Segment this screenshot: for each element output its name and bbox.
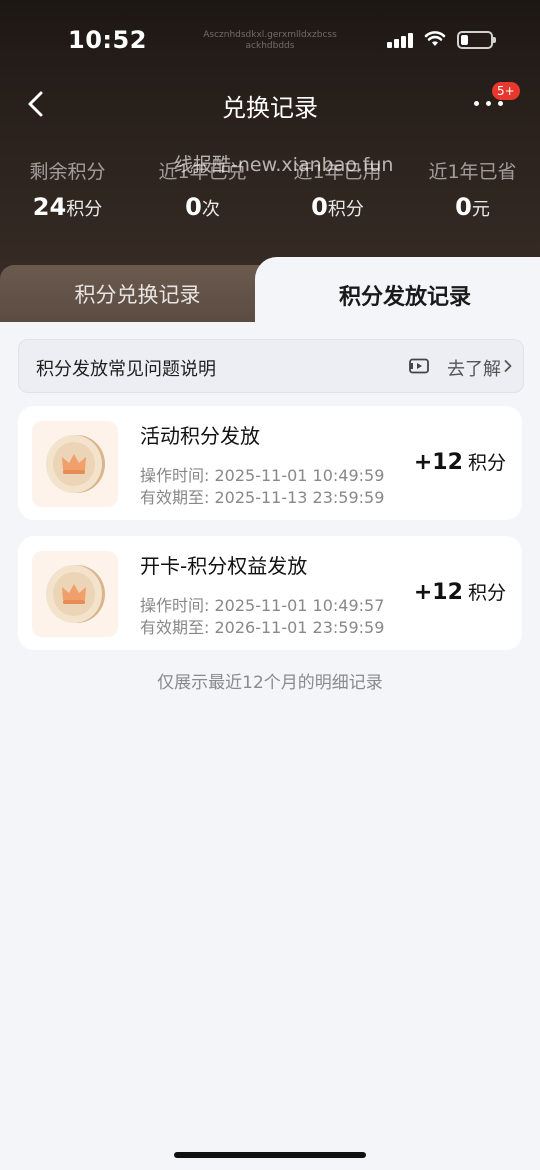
chevron-right-icon	[504, 360, 512, 372]
tab-exchange-label[interactable]: 积分兑换记录	[0, 279, 275, 309]
amount-value: +12	[413, 580, 463, 605]
record-op-time: 操作时间: 2025-11-01 10:49:59	[140, 466, 385, 485]
home-indicator[interactable]	[174, 1152, 366, 1158]
stat-value: 0	[185, 193, 202, 221]
battery-icon	[457, 31, 496, 49]
record-tabs: 积分兑换记录 积分发放记录	[0, 257, 540, 327]
record-expire: 有效期至: 2025-11-13 23:59:59	[140, 488, 385, 507]
record-expire: 有效期至: 2026-11-01 23:59:59	[140, 618, 385, 637]
record-card: 开卡-积分权益发放 操作时间: 2025-11-01 10:49:57 有效期至…	[18, 536, 522, 650]
stat-unit: 次	[201, 199, 220, 220]
amount-unit: 积分	[467, 452, 506, 474]
stat-saved: 近1年已省 0元	[405, 158, 540, 222]
faq-bar[interactable]: 积分发放常见问题说明 去了解	[18, 339, 524, 393]
crown-coin-icon	[46, 435, 105, 493]
coin-thumbnail	[32, 421, 118, 507]
faq-link[interactable]: 去了解	[447, 355, 501, 381]
page-title: 兑换记录	[222, 94, 318, 122]
stat-unit: 元	[471, 199, 490, 220]
footer-note: 仅展示最近12个月的明细记录	[157, 673, 383, 693]
video-icon	[409, 358, 429, 374]
stat-unit: 积分	[327, 199, 364, 220]
back-chevron-icon[interactable]	[22, 88, 52, 120]
record-title: 开卡-积分权益发放	[140, 554, 308, 578]
record-op-time: 操作时间: 2025-11-01 10:49:57	[140, 596, 385, 615]
stat-value: 0	[455, 193, 472, 221]
watermark-text: 线报酷-new.xianbao.fun	[174, 154, 394, 176]
signal-icon	[387, 32, 415, 48]
stat-unit: 积分	[66, 199, 103, 220]
faq-label: 积分发放常见问题说明	[36, 359, 216, 380]
status-carrier: Ascznhdsdkxl.gerxmlldxzbcss ackhdbdds	[203, 30, 337, 51]
stat-remaining: 剩余积分 24积分	[0, 158, 135, 222]
stat-value: 24	[32, 193, 67, 221]
amount-value: +12	[413, 450, 463, 475]
status-time: 10:52	[68, 26, 147, 54]
record-title: 活动积分发放	[140, 424, 260, 448]
amount-unit: 积分	[467, 582, 506, 604]
record-amount: +12 积分	[414, 578, 506, 605]
notification-badge: 5+	[492, 82, 520, 100]
stat-label: 近1年已省	[428, 161, 517, 183]
coin-thumbnail	[32, 551, 118, 637]
record-amount: +12 积分	[414, 448, 506, 475]
tab-issue-label[interactable]: 积分发放记录	[290, 279, 520, 311]
stat-value: 0	[311, 193, 328, 221]
stat-label: 剩余积分	[29, 161, 106, 183]
wifi-icon	[424, 31, 446, 46]
status-bar: 10:52 Ascznhdsdkxl.gerxmlldxzbcss ackhdb…	[0, 0, 540, 80]
record-card: 活动积分发放 操作时间: 2025-11-01 10:49:59 有效期至: 2…	[18, 406, 522, 520]
crown-coin-icon	[46, 565, 105, 623]
